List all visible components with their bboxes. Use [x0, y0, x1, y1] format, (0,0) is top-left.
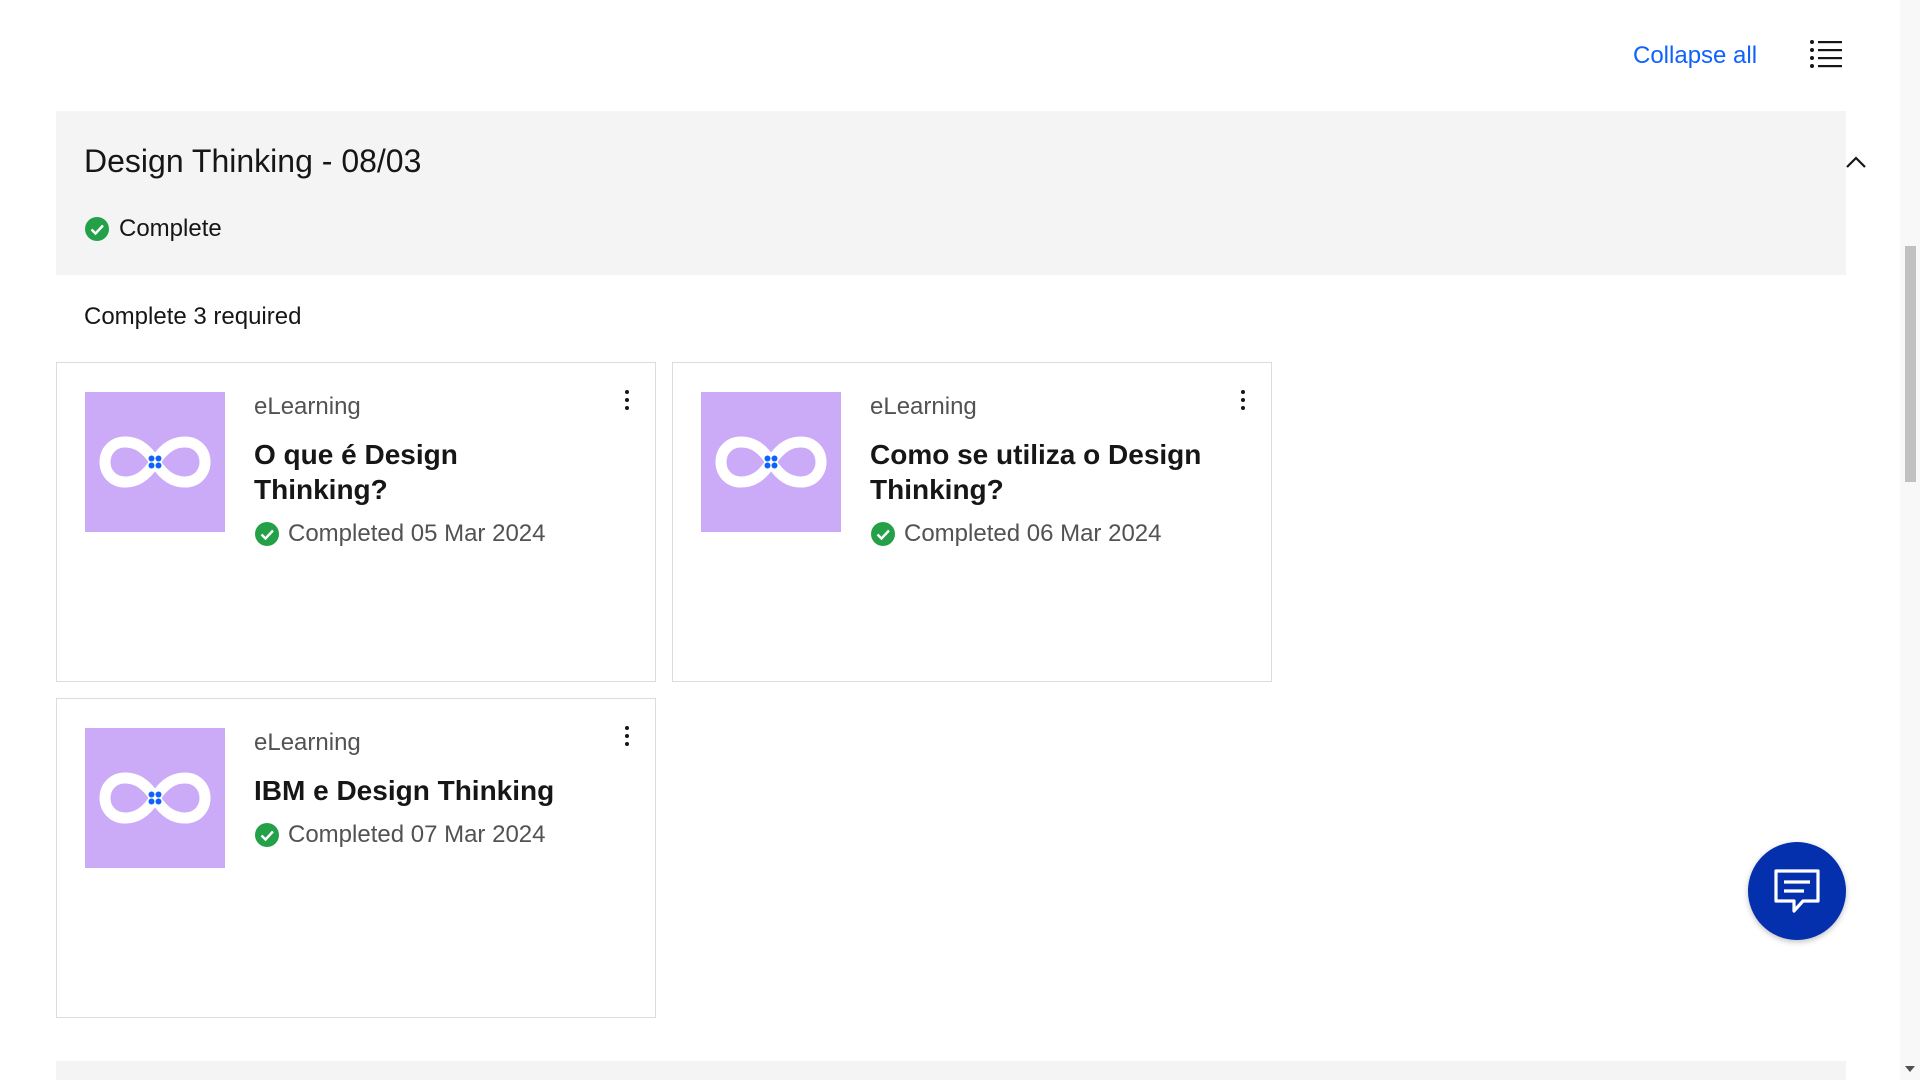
course-type: eLearning	[254, 393, 361, 420]
section-header[interactable]: Design Thinking - 08/03 Complete	[56, 111, 1866, 275]
chat-icon	[1774, 869, 1820, 913]
top-toolbar: Collapse all	[0, 0, 1900, 110]
course-status: Completed 05 Mar 2024	[254, 520, 545, 548]
vertical-scrollbar[interactable]	[1900, 0, 1920, 1080]
checkmark-filled-icon	[255, 522, 279, 546]
overflow-menu-vertical-icon[interactable]	[617, 721, 637, 751]
scroll-down-arrow-icon[interactable]	[1905, 1066, 1915, 1072]
overflow-menu-vertical-icon[interactable]	[1233, 385, 1253, 415]
chat-button[interactable]	[1748, 842, 1846, 940]
overflow-menu-vertical-icon[interactable]	[617, 385, 637, 415]
course-title[interactable]: IBM e Design Thinking	[254, 773, 594, 808]
course-status: Completed 07 Mar 2024	[254, 821, 545, 849]
course-title[interactable]: O que é Design Thinking?	[254, 437, 594, 507]
section-title: Design Thinking - 08/03	[84, 143, 422, 179]
course-type: eLearning	[870, 393, 977, 420]
course-card[interactable]: eLearning IBM e Design Thinking Complete…	[56, 698, 656, 1018]
course-thumbnail	[85, 728, 225, 868]
scrollbar-thumb[interactable]	[1905, 246, 1916, 482]
checkmark-filled-icon	[871, 522, 895, 546]
chevron-up-icon[interactable]	[1838, 145, 1874, 181]
section-status: Complete	[84, 215, 222, 243]
course-card[interactable]: eLearning Como se utiliza o Design Think…	[672, 362, 1272, 682]
checkmark-filled-icon	[255, 823, 279, 847]
collapse-all-button[interactable]: Collapse all	[1633, 42, 1757, 70]
course-status-label: Completed 05 Mar 2024	[288, 520, 546, 547]
section-status-label: Complete	[119, 215, 222, 242]
course-status-label: Completed 06 Mar 2024	[904, 520, 1162, 547]
checkmark-filled-icon	[85, 217, 109, 241]
course-card[interactable]: eLearning O que é Design Thinking? Compl…	[56, 362, 656, 682]
course-title[interactable]: Como se utiliza o Design Thinking?	[870, 437, 1210, 507]
infinity-logo-icon	[715, 436, 827, 488]
list-view-icon[interactable]	[1808, 36, 1844, 72]
required-note: Complete 3 required	[84, 303, 302, 330]
course-thumbnail	[85, 392, 225, 532]
infinity-logo-icon	[99, 436, 211, 488]
course-type: eLearning	[254, 729, 361, 756]
course-status: Completed 06 Mar 2024	[870, 520, 1161, 548]
course-status-label: Completed 07 Mar 2024	[288, 821, 546, 848]
course-thumbnail	[701, 392, 841, 532]
next-section-header[interactable]	[56, 1061, 1846, 1080]
infinity-logo-icon	[99, 772, 211, 824]
